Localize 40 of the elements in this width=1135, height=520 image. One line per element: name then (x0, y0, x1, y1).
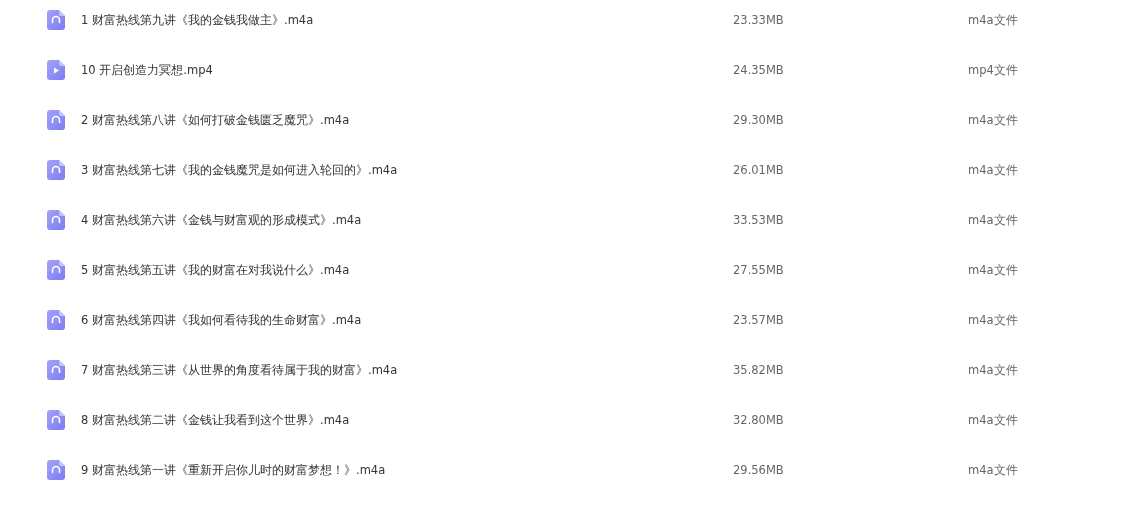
file-name: 3 财富热线第七讲《我的金钱魔咒是如何进入轮回的》.m4a (81, 162, 399, 178)
audio-file-icon (47, 110, 65, 130)
file-size: 29.56MB (733, 463, 785, 477)
file-type: m4a文件 (968, 12, 1019, 28)
file-type: m4a文件 (968, 362, 1019, 378)
audio-file-icon (47, 310, 65, 330)
file-name: 8 财富热线第二讲《金钱让我看到这个世界》.m4a (81, 412, 351, 428)
audio-file-icon (47, 360, 65, 380)
file-size: 29.30MB (733, 113, 785, 127)
file-type: m4a文件 (968, 312, 1019, 328)
file-size: 27.55MB (733, 263, 785, 277)
file-size: 33.53MB (733, 213, 785, 227)
file-type: mp4文件 (968, 62, 1019, 78)
audio-file-icon (47, 260, 65, 280)
file-size: 24.35MB (733, 63, 785, 77)
file-name: 4 财富热线第六讲《金钱与财富观的形成模式》.m4a (81, 212, 363, 228)
audio-file-icon (47, 10, 65, 30)
file-type: m4a文件 (968, 212, 1019, 228)
file-size: 32.80MB (733, 413, 785, 427)
file-size: 26.01MB (733, 163, 785, 177)
file-name: 10 开启创造力冥想.mp4 (81, 62, 214, 78)
file-type: m4a文件 (968, 462, 1019, 478)
file-size: 35.82MB (733, 363, 785, 377)
audio-file-icon (47, 210, 65, 230)
file-type: m4a文件 (968, 112, 1019, 128)
audio-file-icon (47, 160, 65, 180)
audio-file-icon (47, 460, 65, 480)
file-name: 1 财富热线第九讲《我的金钱我做主》.m4a (81, 12, 315, 28)
file-name: 5 财富热线第五讲《我的财富在对我说什么》.m4a (81, 262, 351, 278)
audio-file-icon (47, 410, 65, 430)
file-type: m4a文件 (968, 262, 1019, 278)
file-name: 6 财富热线第四讲《我如何看待我的生命财富》.m4a (81, 312, 363, 328)
file-type: m4a文件 (968, 162, 1019, 178)
file-type: m4a文件 (968, 412, 1019, 428)
video-file-icon (47, 60, 65, 80)
file-size: 23.33MB (733, 13, 785, 27)
file-name: 2 财富热线第八讲《如何打破金钱匮乏魔咒》.m4a (81, 112, 351, 128)
file-name: 7 财富热线第三讲《从世界的角度看待属于我的财富》.m4a (81, 362, 399, 378)
file-name: 9 财富热线第一讲《重新开启你儿时的财富梦想！》.m4a (81, 462, 387, 478)
file-size: 23.57MB (733, 313, 785, 327)
